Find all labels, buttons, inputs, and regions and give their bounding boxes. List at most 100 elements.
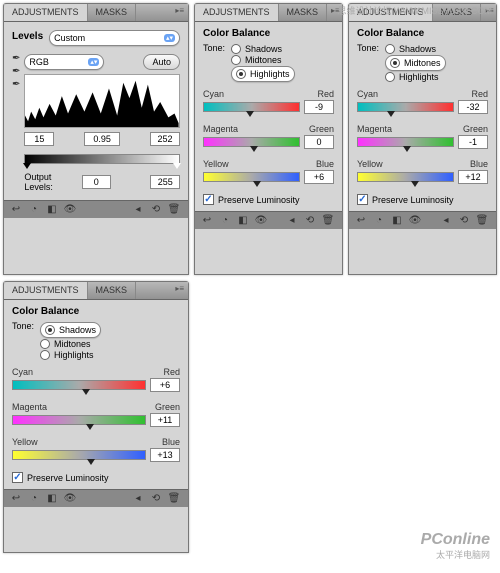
tone-label: Tone: bbox=[203, 43, 225, 53]
mg-value[interactable]: 0 bbox=[304, 135, 334, 149]
radio-shadows[interactable]: Shadows bbox=[385, 44, 446, 54]
mg-slider[interactable] bbox=[357, 137, 454, 147]
yb-value[interactable]: +12 bbox=[458, 170, 488, 184]
cb-panel-midtones: ADJUSTMENTSMASKS▸≡ Color Balance Tone: S… bbox=[348, 3, 497, 275]
view-icon[interactable]: ◔ bbox=[26, 203, 42, 217]
view-icon[interactable]: ◔ bbox=[26, 492, 42, 506]
trash-icon[interactable]: 🗑 bbox=[166, 203, 182, 217]
prev-icon[interactable]: ◂ bbox=[130, 492, 146, 506]
yb-slider[interactable] bbox=[203, 172, 300, 182]
mg-slider[interactable] bbox=[203, 137, 300, 147]
radio-midtones[interactable]: Midtones bbox=[40, 339, 101, 349]
gamma-input[interactable]: 0.95 bbox=[84, 132, 120, 146]
visibility-icon[interactable]: 👁 bbox=[62, 492, 78, 506]
return-icon[interactable]: ↩ bbox=[353, 214, 369, 228]
reset-icon[interactable]: ⟲ bbox=[456, 214, 472, 228]
cr-slider[interactable] bbox=[12, 380, 146, 390]
trash-icon[interactable]: 🗑 bbox=[166, 492, 182, 506]
visibility-icon[interactable]: 👁 bbox=[62, 203, 78, 217]
cb-title: Color Balance bbox=[12, 306, 180, 317]
tab-adjustments[interactable]: ADJUSTMENTS bbox=[195, 4, 279, 21]
panel-tabs: ADJUSTMENTS MASKS ▸≡ bbox=[4, 4, 188, 22]
clip-icon[interactable]: ◧ bbox=[44, 203, 60, 217]
radio-highlights[interactable]: Highlights bbox=[385, 72, 446, 82]
white-input[interactable]: 252 bbox=[150, 132, 180, 146]
tab-adjustments[interactable]: ADJUSTMENTS bbox=[4, 282, 88, 299]
preserve-luminosity-checkbox[interactable]: ✓Preserve Luminosity bbox=[203, 194, 334, 205]
radio-midtones[interactable]: Midtones bbox=[385, 55, 446, 71]
cr-slider[interactable] bbox=[357, 102, 454, 112]
clip-icon[interactable]: ◧ bbox=[44, 492, 60, 506]
output-gradient[interactable] bbox=[24, 154, 180, 164]
cr-value[interactable]: -9 bbox=[304, 100, 334, 114]
reset-icon[interactable]: ⟲ bbox=[148, 492, 164, 506]
levels-panel: ADJUSTMENTS MASKS ▸≡ Levels Custom▴▾ ✒ ✒… bbox=[3, 3, 189, 275]
prev-icon[interactable]: ◂ bbox=[130, 203, 146, 217]
mg-value[interactable]: +11 bbox=[150, 413, 180, 427]
preset-value: Custom bbox=[54, 33, 85, 43]
eyedropper-tools: ✒ ✒ ✒ bbox=[12, 52, 20, 194]
out-black-input[interactable]: 0 bbox=[82, 175, 112, 189]
visibility-icon[interactable]: 👁 bbox=[253, 214, 269, 228]
trash-icon[interactable]: 🗑 bbox=[474, 214, 490, 228]
mg-slider[interactable] bbox=[12, 415, 146, 425]
histogram bbox=[24, 74, 180, 128]
green-label: Green bbox=[309, 124, 334, 134]
channel-value: RGB bbox=[29, 57, 49, 67]
tone-label: Tone: bbox=[12, 321, 34, 331]
yb-value[interactable]: +6 bbox=[304, 170, 334, 184]
levels-title: Levels bbox=[12, 31, 43, 42]
magenta-label: Magenta bbox=[203, 124, 238, 134]
eyedropper-gray-icon[interactable]: ✒ bbox=[12, 66, 20, 77]
cyan-label: Cyan bbox=[203, 89, 224, 99]
tab-masks[interactable]: MASKS bbox=[88, 282, 137, 299]
reset-icon[interactable]: ⟲ bbox=[302, 214, 318, 228]
trash-icon[interactable]: 🗑 bbox=[320, 214, 336, 228]
black-input[interactable]: 15 bbox=[24, 132, 54, 146]
yb-slider[interactable] bbox=[12, 450, 146, 460]
mg-value[interactable]: -1 bbox=[458, 135, 488, 149]
auto-button[interactable]: Auto bbox=[143, 54, 180, 70]
tab-masks[interactable]: MASKS bbox=[88, 4, 137, 21]
return-icon[interactable]: ↩ bbox=[8, 492, 24, 506]
collapse-icon[interactable]: ▸≡ bbox=[171, 282, 188, 299]
channel-select[interactable]: RGB▴▾ bbox=[24, 54, 104, 70]
cr-value[interactable]: +6 bbox=[150, 378, 180, 392]
radio-highlights[interactable]: Highlights bbox=[231, 66, 295, 82]
cb-panel-shadows: ADJUSTMENTSMASKS ▸≡ Color Balance Tone: S… bbox=[3, 281, 189, 553]
reset-icon[interactable]: ⟲ bbox=[148, 203, 164, 217]
eyedropper-black-icon[interactable]: ✒ bbox=[12, 53, 20, 64]
yb-value[interactable]: +13 bbox=[150, 448, 180, 462]
visibility-icon[interactable]: 👁 bbox=[407, 214, 423, 228]
red-label: Red bbox=[317, 89, 334, 99]
preserve-luminosity-checkbox[interactable]: ✓Preserve Luminosity bbox=[12, 472, 180, 483]
tone-label: Tone: bbox=[357, 43, 379, 53]
prev-icon[interactable]: ◂ bbox=[284, 214, 300, 228]
preserve-luminosity-checkbox[interactable]: ✓Preserve Luminosity bbox=[357, 194, 488, 205]
panel-footer: ↩ ◔ ◧ 👁 ◂ ⟲ 🗑 bbox=[4, 200, 188, 218]
clip-icon[interactable]: ◧ bbox=[235, 214, 251, 228]
yellow-label: Yellow bbox=[203, 159, 229, 169]
tab-masks[interactable]: MASKS bbox=[279, 4, 328, 21]
radio-shadows[interactable]: Shadows bbox=[40, 322, 101, 338]
view-icon[interactable]: ◔ bbox=[371, 214, 387, 228]
prev-icon[interactable]: ◂ bbox=[438, 214, 454, 228]
view-icon[interactable]: ◔ bbox=[217, 214, 233, 228]
clip-icon[interactable]: ◧ bbox=[389, 214, 405, 228]
radio-highlights[interactable]: Highlights bbox=[40, 350, 101, 360]
eyedropper-white-icon[interactable]: ✒ bbox=[12, 79, 20, 90]
collapse-icon[interactable]: ▸≡ bbox=[171, 4, 188, 21]
return-icon[interactable]: ↩ bbox=[8, 203, 24, 217]
radio-midtones[interactable]: Midtones bbox=[231, 55, 295, 65]
cb-panel-highlights: ADJUSTMENTSMASKS▸≡ Color Balance Tone: S… bbox=[194, 3, 343, 275]
yb-slider[interactable] bbox=[357, 172, 454, 182]
preset-select[interactable]: Custom▴▾ bbox=[49, 30, 180, 46]
out-white-input[interactable]: 255 bbox=[150, 175, 180, 189]
cb-title: Color Balance bbox=[357, 28, 488, 39]
tab-adjustments[interactable]: ADJUSTMENTS bbox=[4, 4, 88, 21]
return-icon[interactable]: ↩ bbox=[199, 214, 215, 228]
output-label: Output Levels: bbox=[24, 172, 81, 192]
radio-shadows[interactable]: Shadows bbox=[231, 44, 295, 54]
cr-value[interactable]: -32 bbox=[458, 100, 488, 114]
cr-slider[interactable] bbox=[203, 102, 300, 112]
